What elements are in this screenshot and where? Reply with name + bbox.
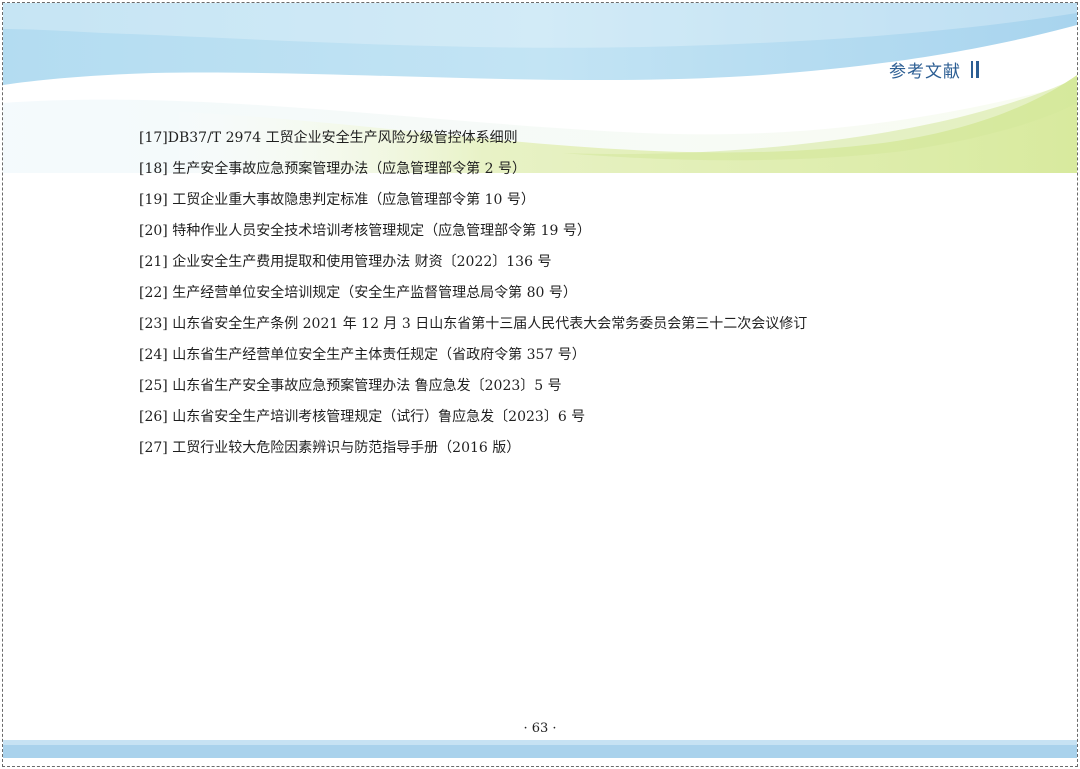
reference-item-23: [23] 山东省安全生产条例 2021 年 12 月 3 日山东省第十三届人民代… [139,316,808,332]
reference-item-22: [22] 生产经营单位安全培训规定（安全生产监督管理总局令第 80 号） [139,285,577,301]
section-title-text: 参考文献 [889,62,961,82]
title-bar-icon [971,61,979,78]
document-page: 参考文献 [17]DB37/T 2974 工贸企业安全生产风险分级管控体系细则 … [2,2,1078,767]
reference-item-24: [24] 山东省生产经营单位安全生产主体责任规定（省政府令第 357 号） [139,347,586,363]
section-title: 参考文献 [889,57,979,82]
reference-item-20: [20] 特种作业人员安全技术培训考核管理规定（应急管理部令第 19 号） [139,223,591,239]
reference-list: [17]DB37/T 2974 工贸企业安全生产风险分级管控体系细则 [18] … [139,123,1039,464]
page-number: · 63 · [523,721,557,736]
reference-item-25: [25] 山东省生产安全事故应急预案管理办法 鲁应急发〔2023〕5 号 [139,378,562,394]
reference-item-26: [26] 山东省安全生产培训考核管理规定（试行）鲁应急发〔2023〕6 号 [139,409,586,425]
reference-item-21: [21] 企业安全生产费用提取和使用管理办法 财资〔2022〕136 号 [139,254,552,270]
reference-item-19: [19] 工贸企业重大事故隐患判定标准（应急管理部令第 10 号） [139,192,535,208]
footer-band-decoration [3,740,1077,758]
reference-item-27: [27] 工贸行业较大危险因素辨识与防范指导手册（2016 版） [139,440,521,456]
reference-item-17: [17]DB37/T 2974 工贸企业安全生产风险分级管控体系细则 [139,130,518,146]
reference-item-18: [18] 生产安全事故应急预案管理办法（应急管理部令第 2 号） [139,161,526,177]
